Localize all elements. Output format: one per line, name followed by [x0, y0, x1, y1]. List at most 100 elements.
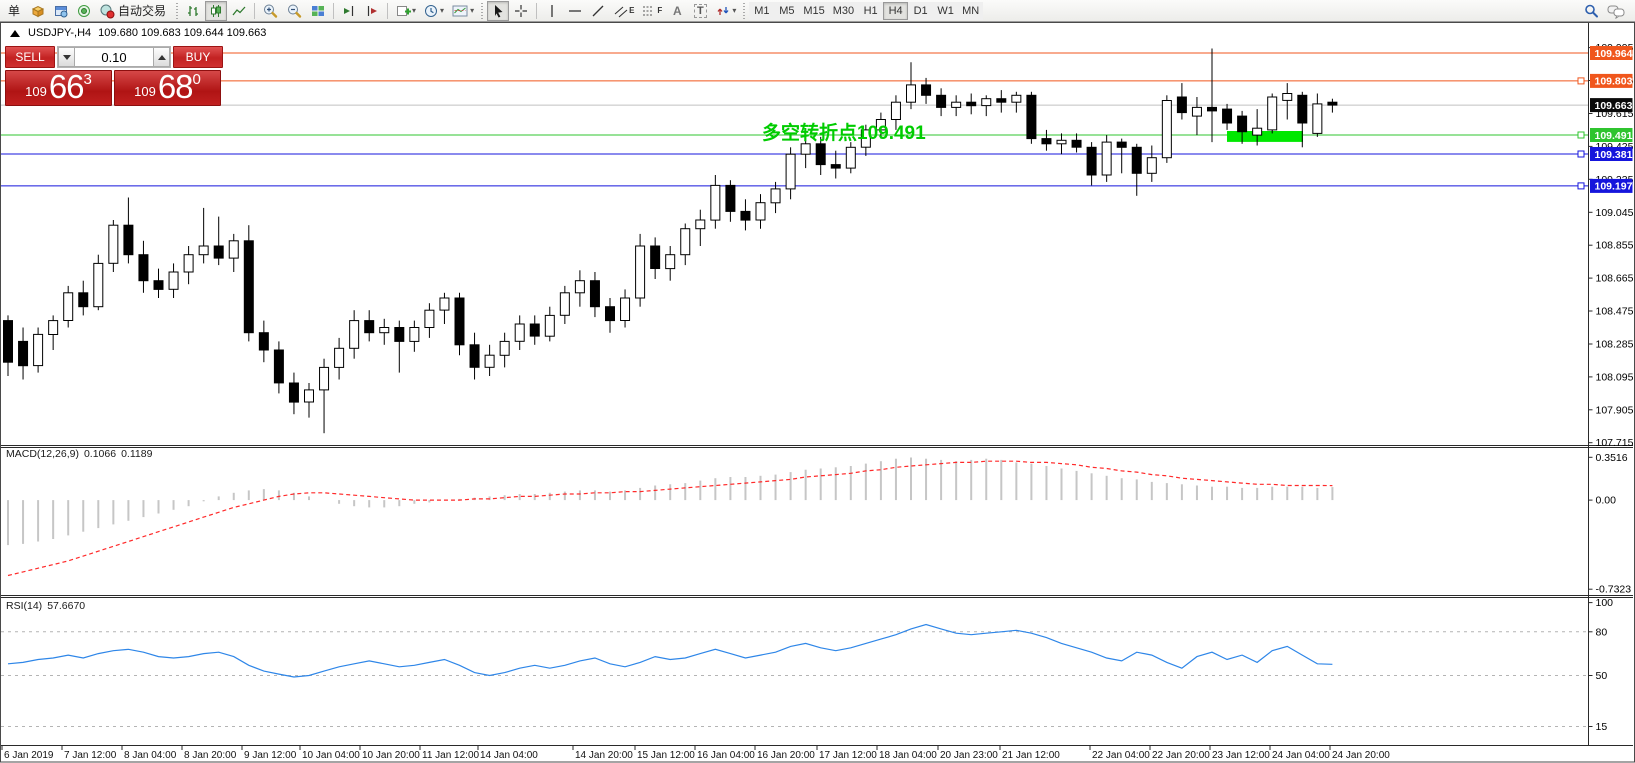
search-button[interactable]: [1580, 1, 1603, 21]
zoom-in-button[interactable]: [259, 1, 282, 21]
candle-body: [756, 203, 765, 220]
cursor-button[interactable]: [487, 1, 509, 21]
cursor-arrow-icon: [490, 3, 506, 19]
timeframe-button-W1[interactable]: W1: [933, 2, 958, 20]
axis-tick-label: 107.715: [1596, 437, 1634, 449]
dropdown-carat-icon: ▾: [732, 6, 736, 15]
toolbar-grip[interactable]: [480, 3, 484, 19]
candle-body: [305, 390, 314, 402]
timeframe-button-MN[interactable]: MN: [958, 2, 983, 20]
line-chart-icon: [231, 3, 247, 19]
buy-button[interactable]: BUY: [173, 46, 223, 68]
candle-body: [681, 229, 690, 255]
chat-bubbles-icon: [1606, 3, 1626, 19]
time-axis-label: 16 Jan 20:00: [757, 750, 815, 761]
trendline-tool[interactable]: [587, 1, 609, 21]
text-label-tool[interactable]: T: [689, 1, 711, 21]
line-anchor-marker: [1578, 183, 1584, 189]
new-order-button[interactable]: 单: [2, 1, 26, 21]
template-icon: [451, 3, 469, 19]
toolbar-grip[interactable]: [742, 3, 746, 19]
volume-decrease-button[interactable]: [58, 47, 75, 67]
volume-field[interactable]: 0.10: [75, 47, 153, 67]
fibonacci-tool[interactable]: F: [638, 1, 665, 21]
candle-body: [922, 85, 931, 95]
candle-body: [259, 333, 268, 350]
chart-candles-button[interactable]: [205, 1, 227, 21]
macd-name: MACD(12,26,9): [6, 448, 79, 460]
tile-windows-button[interactable]: [307, 1, 329, 21]
add-indicator-button[interactable]: ▾: [392, 1, 419, 21]
macd-value-signal: 0.1189: [121, 448, 152, 460]
dropdown-carat-icon: ▾: [470, 6, 474, 15]
templates-button[interactable]: ▾: [448, 1, 477, 21]
candle-body: [816, 144, 825, 165]
candle-body: [891, 102, 900, 119]
candle-body: [1268, 97, 1277, 130]
buy-price-button[interactable]: 109 68 0: [114, 70, 221, 106]
axis-tick-label: 108.665: [1596, 273, 1634, 285]
line-anchor-marker: [1578, 151, 1584, 157]
candle-body: [831, 165, 840, 169]
axis-tick-label: 108.285: [1596, 339, 1634, 351]
timeframe-button-M30[interactable]: M30: [829, 2, 858, 20]
fibonacci-glyph: F: [657, 6, 662, 15]
text-tool[interactable]: A: [666, 1, 688, 21]
candle-body: [1177, 97, 1186, 113]
candle-body: [1283, 94, 1292, 101]
candle-body: [651, 246, 660, 269]
time-axis-label: 22 Jan 04:00: [1092, 750, 1150, 761]
chart-bars-button[interactable]: [182, 1, 204, 21]
candle-body: [1132, 147, 1141, 173]
periods-button[interactable]: ▾: [420, 1, 447, 21]
horizontal-line-tool[interactable]: [564, 1, 586, 21]
timeframe-button-D1[interactable]: D1: [908, 2, 933, 20]
chart-line-button[interactable]: [228, 1, 250, 21]
timeframe-button-H1[interactable]: H1: [858, 2, 883, 20]
candle-body: [49, 321, 58, 335]
navigator-button[interactable]: [73, 1, 95, 21]
candle-body: [530, 324, 539, 336]
arrows-icon: [715, 3, 731, 19]
arrows-tool[interactable]: ▾: [712, 1, 739, 21]
autotrading-button[interactable]: 自动交易: [96, 1, 172, 21]
collapse-panel-icon[interactable]: [10, 30, 20, 37]
timeframe-button-H4[interactable]: H4: [883, 2, 908, 20]
auto-scroll-button[interactable]: [361, 1, 383, 21]
timeframe-button-M5[interactable]: M5: [774, 2, 799, 20]
axis-tick-label: 50: [1596, 670, 1608, 682]
chart-shift-button[interactable]: [338, 1, 360, 21]
timeframe-button-M1[interactable]: M1: [749, 2, 774, 20]
crosshair-button[interactable]: [510, 1, 532, 21]
toolbar-separator: [254, 3, 255, 19]
time-axis-label: 18 Jan 04:00: [879, 750, 937, 761]
vertical-line-tool[interactable]: [541, 1, 563, 21]
zoom-out-button[interactable]: [283, 1, 306, 21]
time-axis-label: 14 Jan 20:00: [575, 750, 633, 761]
toolbar-grip[interactable]: [175, 3, 179, 19]
text-tool-glyph: A: [673, 4, 682, 18]
time-axis-label: 24 Jan 04:00: [1272, 750, 1330, 761]
axis-tick-label: 0.3516: [1596, 452, 1628, 464]
sell-button[interactable]: SELL: [5, 46, 55, 68]
equidistant-channel-tool[interactable]: E: [610, 1, 637, 21]
up-arrow-icon: [158, 55, 166, 60]
zoom-out-icon: [286, 3, 303, 19]
chat-button[interactable]: [1603, 1, 1629, 21]
price-badge-label: 109.663: [1595, 100, 1633, 112]
order-box-icon[interactable]: [27, 1, 49, 21]
market-watch-button[interactable]: [50, 1, 72, 21]
down-arrow-icon: [63, 55, 71, 60]
time-axis-label: 9 Jan 12:00: [244, 750, 297, 761]
volume-increase-button[interactable]: [153, 47, 170, 67]
candle-body: [440, 298, 449, 310]
candle-body: [771, 189, 780, 203]
candle-body: [470, 345, 479, 368]
chart-canvas[interactable]: 多空转折点109.491109.995109.805109.615109.425…: [0, 22, 1635, 763]
price-badge-label: 109.491: [1595, 130, 1633, 142]
candle-body: [982, 99, 991, 106]
sell-price-button[interactable]: 109 66 3: [5, 70, 112, 106]
timeframe-button-M15[interactable]: M15: [799, 2, 828, 20]
buy-price-big: 68: [158, 72, 193, 102]
axis-tick-label: 108.095: [1596, 371, 1634, 383]
